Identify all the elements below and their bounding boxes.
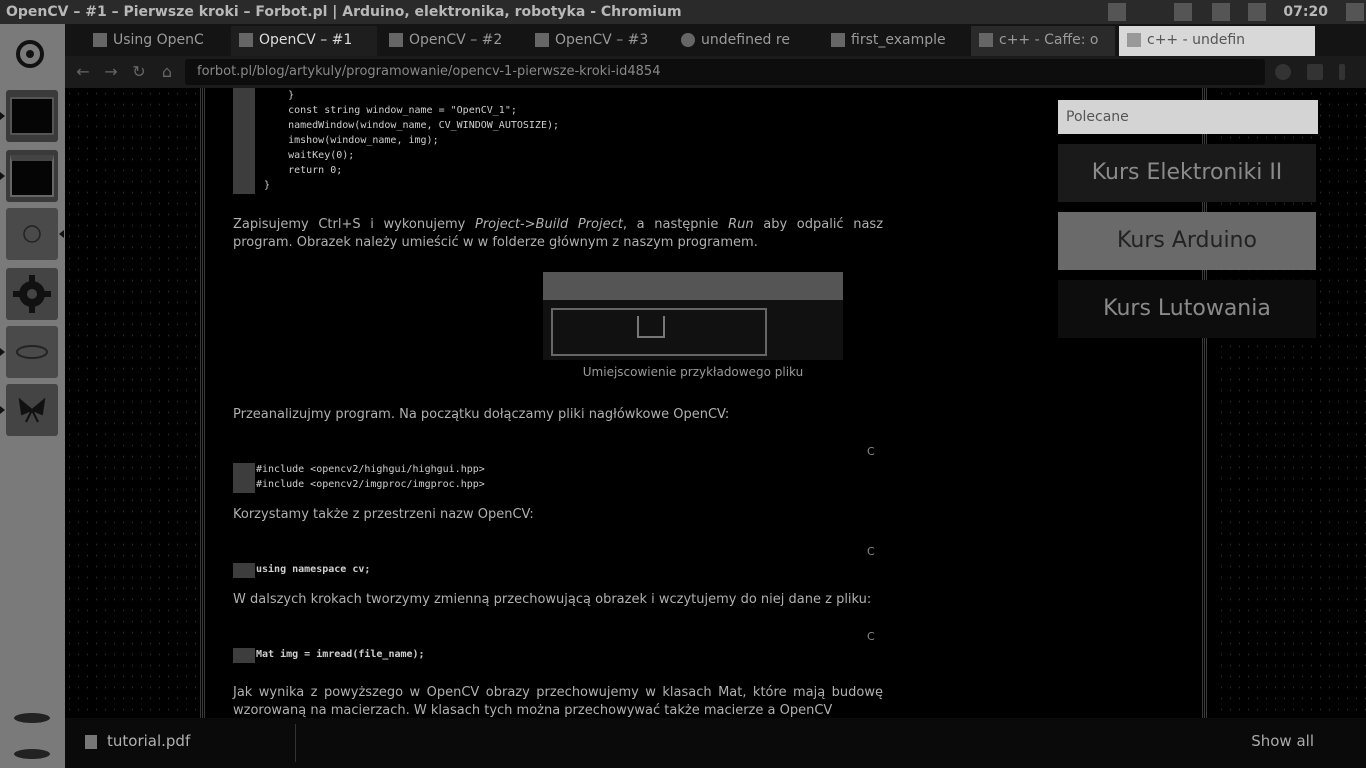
- tab-4[interactable]: undefined re: [673, 26, 821, 56]
- circle-app-icon: [23, 225, 41, 243]
- launcher-app[interactable]: [6, 208, 64, 260]
- forbot-icon: [389, 33, 403, 47]
- code-line: return 0;: [264, 165, 343, 176]
- tab-1[interactable]: OpenCV – #1: [231, 26, 377, 56]
- code-line: const string window_name = "OpenCV_1";: [264, 105, 517, 116]
- download-filename: tutorial.pdf: [107, 732, 191, 750]
- code-line-numbers: [233, 463, 255, 493]
- download-separator: [295, 724, 296, 762]
- code-line: }: [264, 90, 295, 101]
- drive-icon[interactable]: [12, 712, 52, 724]
- sidebar-link-arduino[interactable]: Kurs Arduino: [1058, 212, 1316, 270]
- cast-icon[interactable]: [1307, 64, 1323, 80]
- pdf-file-icon: [85, 734, 97, 749]
- dash-home-icon[interactable]: [14, 38, 46, 70]
- clock[interactable]: 07:20: [1283, 0, 1328, 24]
- download-item[interactable]: tutorial.pdf: [85, 732, 190, 750]
- code-line: }: [264, 180, 271, 191]
- forward-button[interactable]: →: [101, 62, 121, 82]
- launcher-browser[interactable]: [0, 150, 58, 202]
- google-icon: [681, 33, 695, 47]
- launcher: [0, 24, 65, 768]
- code-lang-label: C: [867, 545, 875, 558]
- paragraph-variable: W dalszych krokach tworzymy zmienną prze…: [233, 592, 872, 607]
- tab-6[interactable]: c++ - Caffe: o: [971, 26, 1115, 56]
- page-viewport: } const string window_name = "OpenCV_1";…: [65, 88, 1366, 718]
- example-file-image[interactable]: [543, 272, 843, 360]
- code-line-numbers: [233, 563, 255, 578]
- code-lang-label: C: [867, 445, 875, 458]
- code-line-numbers: [233, 648, 255, 663]
- launcher-workspace[interactable]: [0, 326, 58, 378]
- page-border-left: [200, 88, 206, 718]
- tab-5[interactable]: first_example: [823, 26, 967, 56]
- sidebar-link-lutowanie[interactable]: Kurs Lutowania: [1058, 280, 1316, 338]
- extension-icon[interactable]: [1275, 64, 1291, 80]
- code-line: namedWindow(window_name, CV_WINDOW_AUTOS…: [264, 120, 560, 131]
- bluetooth-icon[interactable]: [1212, 3, 1230, 21]
- paragraph-mat: Jak wynika z powyższego w OpenCV obrazy …: [233, 685, 883, 718]
- terminal-icon: [10, 97, 54, 135]
- paragraph-namespace: Korzystamy także z przestrzeni nazw Open…: [233, 507, 534, 522]
- tab-0[interactable]: Using OpenC: [85, 26, 227, 56]
- stackoverflow-icon: [979, 33, 993, 47]
- trash-icon[interactable]: [12, 748, 52, 760]
- code-line-numbers: [233, 88, 255, 194]
- back-button[interactable]: ←: [73, 62, 93, 82]
- butterfly-icon: [18, 397, 46, 423]
- github-icon: [831, 33, 845, 47]
- power-icon[interactable]: [1346, 3, 1364, 21]
- sidebar-link-elektronika[interactable]: Kurs Elektroniki II: [1058, 144, 1316, 202]
- code-line: imshow(window_name, img);: [264, 135, 439, 146]
- tab-2[interactable]: OpenCV – #2: [381, 26, 525, 56]
- browser-icon: [10, 155, 54, 197]
- paragraph-build: Zapisujemy Ctrl+S i wykonujemy Project->…: [233, 217, 884, 250]
- page-icon: [93, 33, 107, 47]
- launcher-tool[interactable]: [0, 384, 58, 436]
- forbot-icon: [239, 33, 253, 47]
- code-lang-label: C: [867, 630, 875, 643]
- sidebar-heading: Polecane: [1058, 100, 1318, 134]
- tab-strip: Using OpenC OpenCV – #1 OpenCV – #2 Open…: [65, 24, 1366, 56]
- reload-button[interactable]: ↻: [129, 62, 149, 82]
- workspace-icon: [16, 345, 48, 359]
- home-button[interactable]: ⌂: [157, 62, 177, 82]
- launcher-terminal[interactable]: [0, 90, 58, 142]
- code-line: using namespace cv;: [256, 564, 371, 575]
- code-line: waitKey(0);: [264, 150, 355, 161]
- browser-toolbar: ← → ↻ ⌂ forbot.pl/blog/artykuly/programo…: [65, 56, 1366, 88]
- window-title: OpenCV – #1 – Pierwsze kroki – Forbot.pl…: [6, 4, 682, 20]
- forbot-icon: [535, 33, 549, 47]
- tab-7[interactable]: c++ - undefin: [1119, 26, 1315, 56]
- menu-icon[interactable]: [1339, 64, 1345, 80]
- article-page: } const string window_name = "OpenCV_1";…: [200, 88, 1318, 718]
- address-bar[interactable]: forbot.pl/blog/artykuly/programowanie/op…: [185, 59, 1265, 85]
- paragraph-headers: Przeanalizujmy program. Na początku dołą…: [233, 407, 730, 422]
- tab-3[interactable]: OpenCV – #3: [527, 26, 671, 56]
- volume-icon[interactable]: [1248, 3, 1266, 21]
- system-top-panel: OpenCV – #1 – Pierwsze kroki – Forbot.pl…: [0, 0, 1366, 24]
- download-bar: tutorial.pdf Show all: [65, 718, 1366, 768]
- figure-caption: Umiejscowienie przykładowego pliku: [582, 365, 804, 379]
- show-all-button[interactable]: Show all: [1251, 732, 1314, 750]
- keyboard-icon[interactable]: [1174, 3, 1192, 21]
- network-icon[interactable]: [1108, 3, 1126, 21]
- launcher-settings[interactable]: [6, 268, 58, 320]
- page-icon: [1127, 33, 1141, 47]
- code-line: Mat img = imread(file_name);: [256, 649, 425, 660]
- code-line: #include <opencv2/imgproc/imgproc.hpp>: [256, 479, 485, 490]
- gear-icon: [13, 275, 51, 313]
- code-line: #include <opencv2/highgui/highgui.hpp>: [256, 464, 485, 475]
